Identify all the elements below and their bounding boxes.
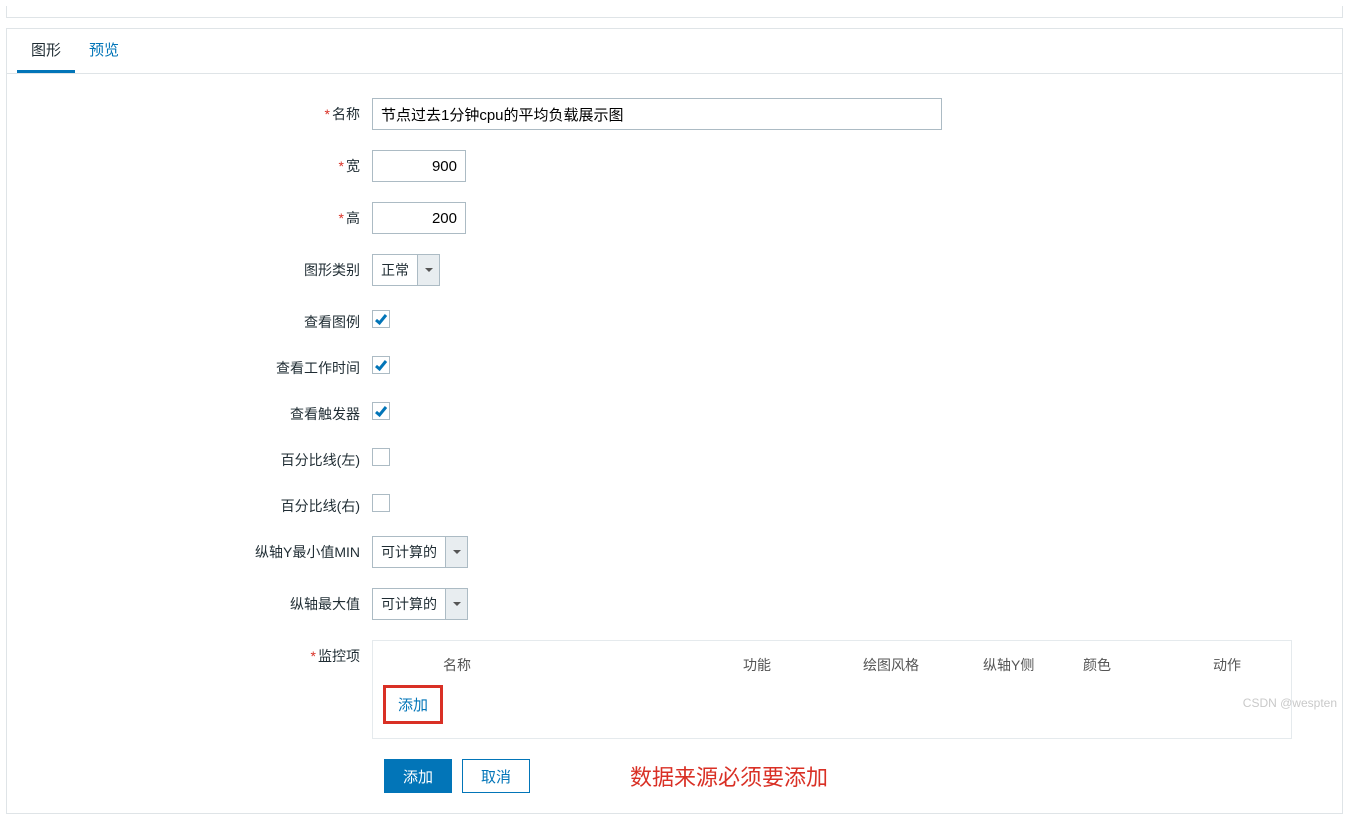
- label-show-triggers: 查看触发器: [27, 398, 372, 424]
- items-header: 名称 功能 绘图风格 纵轴Y侧 颜色 动作: [383, 649, 1281, 685]
- percent-left-checkbox[interactable]: [372, 448, 390, 466]
- show-legend-checkbox[interactable]: [372, 310, 390, 328]
- col-action: 动作: [1213, 655, 1273, 675]
- name-input[interactable]: [372, 98, 942, 130]
- label-y-min: 纵轴Y最小值MIN: [27, 536, 372, 562]
- y-min-select[interactable]: 可计算的: [372, 536, 468, 568]
- watermark: CSDN @wespten: [1243, 696, 1337, 710]
- chevron-down-icon: [417, 255, 439, 285]
- add-button[interactable]: 添加: [384, 759, 452, 793]
- col-func: 功能: [743, 655, 863, 675]
- label-graph-type: 图形类别: [27, 254, 372, 280]
- label-show-work-time: 查看工作时间: [27, 352, 372, 378]
- col-yaxis: 纵轴Y侧: [983, 655, 1083, 675]
- annotation-text: 数据来源必须要添加: [630, 760, 828, 792]
- label-height: *高: [27, 202, 372, 228]
- label-percent-right: 百分比线(右): [27, 490, 372, 516]
- tab-preview[interactable]: 预览: [75, 29, 133, 73]
- graph-type-select[interactable]: 正常: [372, 254, 440, 286]
- col-name: 名称: [383, 655, 743, 675]
- width-input[interactable]: [372, 150, 466, 182]
- height-input[interactable]: [372, 202, 466, 234]
- items-section: 名称 功能 绘图风格 纵轴Y侧 颜色 动作 添加: [372, 640, 1292, 739]
- col-color: 颜色: [1083, 655, 1213, 675]
- form-panel: 图形 预览 *名称 *宽 *高: [6, 28, 1343, 814]
- buttons-row: 添加 取消 数据来源必须要添加: [384, 759, 1322, 793]
- cancel-button[interactable]: 取消: [462, 759, 530, 793]
- tab-graph[interactable]: 图形: [17, 29, 75, 73]
- label-show-legend: 查看图例: [27, 306, 372, 332]
- show-work-time-checkbox[interactable]: [372, 356, 390, 374]
- form: *名称 *宽 *高 图形类别: [7, 74, 1342, 793]
- label-y-max: 纵轴最大值: [27, 588, 372, 614]
- show-triggers-checkbox[interactable]: [372, 402, 390, 420]
- percent-right-checkbox[interactable]: [372, 494, 390, 512]
- tabs: 图形 预览: [7, 29, 1342, 74]
- add-item-link[interactable]: 添加: [383, 685, 443, 724]
- top-bar-fragment: [6, 6, 1343, 18]
- label-percent-left: 百分比线(左): [27, 444, 372, 470]
- col-draw-style: 绘图风格: [863, 655, 983, 675]
- label-width: *宽: [27, 150, 372, 176]
- label-items: *监控项: [27, 640, 372, 666]
- label-name: *名称: [27, 98, 372, 124]
- chevron-down-icon: [445, 589, 467, 619]
- y-max-select[interactable]: 可计算的: [372, 588, 468, 620]
- chevron-down-icon: [445, 537, 467, 567]
